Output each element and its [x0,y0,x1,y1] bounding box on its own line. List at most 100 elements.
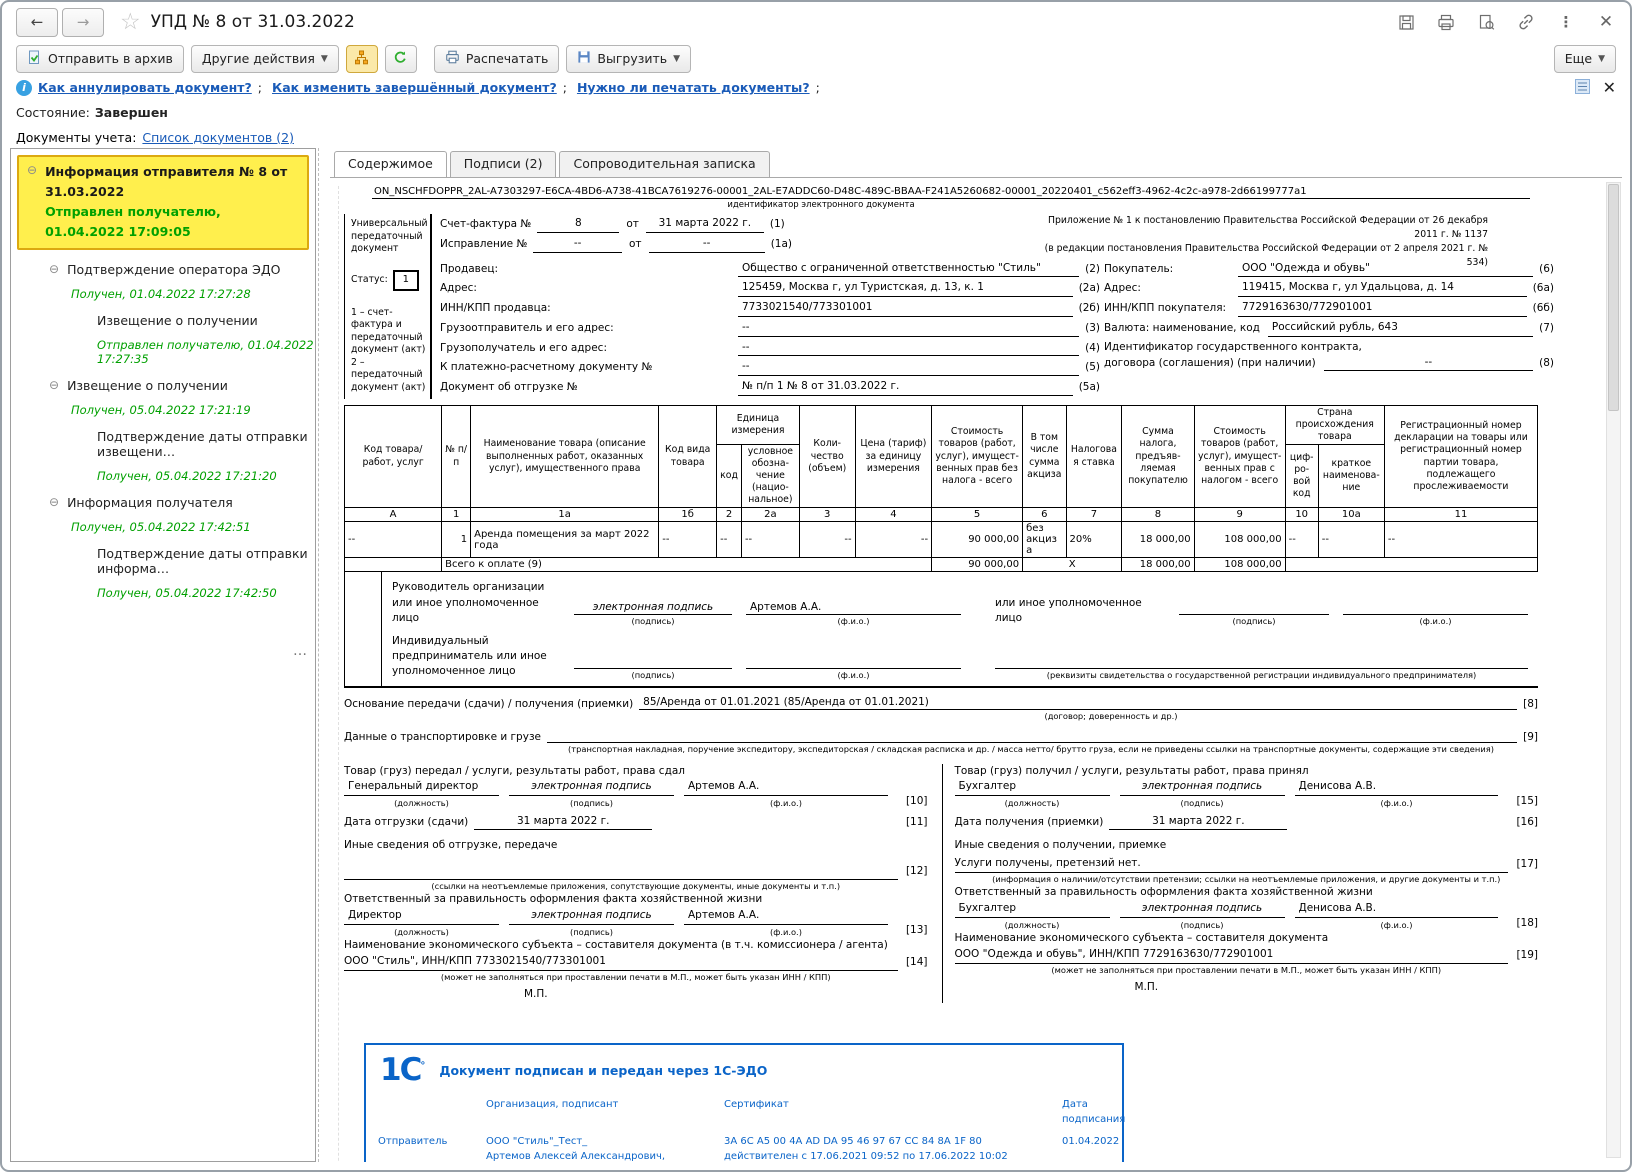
col-index: 6 [1022,507,1067,523]
help-link-print[interactable]: Нужно ли печатать документы? [577,80,810,95]
tree-item-operator-confirm[interactable]: ⊖ Подтверждение оператора ЭДО [11,262,315,277]
splitter-handle[interactable]: … [293,643,307,659]
ip-label-3: уполномоченное лицо [392,665,516,678]
cell-quantity: -- [798,521,856,559]
ship-date-value: 31 марта 2022 г. [474,814,653,831]
tree-item-send-date-confirm2[interactable]: Подтверждение даты отправки информа… [11,546,315,576]
status-value-box: 1 [392,269,419,291]
name-caption: (ф.и.о.) [1380,919,1413,930]
edo-structure-button[interactable] [345,44,378,73]
status-label: Статус: [351,273,388,285]
edo-col-cert: Сертификат [724,1098,789,1110]
archive-doc-icon [27,50,42,68]
state-label: Состояние: [16,104,90,120]
electronic-signature: электронная подпись [509,908,674,925]
cell-unit-code: -- [716,521,742,559]
collapse-icon[interactable]: ⊖ [49,262,59,276]
tree-item-receipt-notice2[interactable]: ⊖ Извещение о получении [11,378,315,393]
other-person-label-2: лицо [995,611,1023,624]
help-link-annul[interactable]: Как аннулировать документ? [38,80,252,95]
col-index: 10 [1284,507,1319,523]
tree-item-send-date-confirm[interactable]: Подтверждение даты отправки извещени… [11,429,315,459]
scrollbar-thumb[interactable] [1608,184,1619,411]
close-panel-icon[interactable]: ✕ [1603,78,1616,97]
col-header: Код вида товара [658,404,718,509]
electronic-signature: электронная подпись [1119,901,1285,918]
col-index: 2а [740,507,800,523]
refresh-button[interactable] [384,44,417,73]
send-to-archive-button[interactable]: Отправить в архив [16,44,184,73]
correction-label: Исправление № [440,237,528,250]
tree-item-label: Подтверждение оператора ЭДО [67,262,281,277]
entity-caption: (может не заполняться при проставлении п… [1051,964,1442,975]
other-person-label-1: или иное уполномоченное [995,596,1142,609]
tree-item-status: Получен, 05.04.2022 17:21:19 [71,403,251,417]
collapse-icon[interactable]: ⊖ [27,163,37,242]
col-header: В том числе сумма акциза [1022,404,1067,509]
window-close-icon[interactable]: ✕ [1596,12,1616,32]
responsible-role: Бухгалтер [954,901,1110,918]
line-code: [16] [1516,815,1538,828]
line-code: [14] [905,956,928,968]
vertical-scrollbar[interactable] [1606,182,1621,1158]
chevron-down-icon: ▼ [320,53,328,64]
accounting-docs-link[interactable]: Список документов (2) [142,130,294,145]
favorite-star-icon[interactable]: ☆ [120,9,141,35]
tab-content[interactable]: Содержимое [334,151,447,177]
line-code: (4) [1085,341,1100,354]
print-document-button[interactable]: Распечатать [433,44,560,73]
ip-label-1: Индивидуальный [392,635,489,648]
tree-root-item[interactable]: ⊖ Информация отправителя № 8 от 31.03.20… [17,155,309,250]
line-code: (7) [1539,321,1554,334]
more-button[interactable]: Еще ▼ [1553,44,1616,73]
save-icon[interactable] [1396,12,1416,32]
preview-icon[interactable] [1476,12,1496,32]
state-row: Состояние: Завершен [2,100,1630,124]
col-header: Страна происхождения товара [1284,404,1385,445]
export-button[interactable]: Выгрузить ▼ [566,44,692,73]
document-list-icon[interactable] [1574,78,1591,98]
link-icon[interactable] [1516,12,1536,32]
cell-tax-rate: 20% [1065,521,1123,559]
tree-item-receiver-info[interactable]: ⊖ Информация получателя [11,495,315,510]
back-button[interactable]: ← [16,7,58,37]
status-note-2: 2 – передаточный документ (акт) [351,356,426,393]
transfer-role: Генеральный директор [344,779,499,797]
help-link-change[interactable]: Как изменить завершённый документ? [272,80,557,95]
edo-sender-label: Отправитель [378,1135,448,1147]
total-cost-no-tax: 90 000,00 [931,557,1024,573]
chevron-down-icon: ▼ [673,53,681,64]
print-icon[interactable] [1436,12,1456,32]
tab-signatures[interactable]: Подписи (2) [449,151,557,177]
signature-caption: (подпись) [1232,616,1276,627]
collapse-icon[interactable]: ⊖ [49,378,59,392]
refresh-icon [393,50,408,68]
tree-item-receipt-notice[interactable]: Извещение о получении [11,313,315,328]
line-code: [19] [1516,949,1538,961]
collapse-icon[interactable]: ⊖ [49,495,59,509]
consignee-label: Грузополучатель и его адрес: [440,341,607,354]
other-actions-button[interactable]: Другие действия ▼ [190,44,339,73]
cell-line-no: 1 [441,521,472,559]
edo-events-tree: ⊖ Информация отправителя № 8 от 31.03.20… [10,148,316,1162]
head-sign-label-1: Руководитель организации [392,581,545,594]
col-index: 7 [1065,507,1123,523]
window-header: ← → ☆ УПД № 8 от 31.03.2022 ⋮ ✕ [2,2,1630,42]
menu-kebab-icon[interactable]: ⋮ [1556,12,1576,32]
seller-fields: Продавец: Общество с ограниченной ответст… [440,261,1100,399]
line-code: (6б) [1532,302,1554,314]
panel-splitter[interactable]: … [293,148,327,1162]
col-header: Код товара/ работ, услуг [343,404,443,509]
tab-cover-note[interactable]: Сопроводительная записка [559,151,770,177]
identifier-caption: идентификатор электронного документа [727,200,915,210]
line-code: [9] [1523,730,1538,743]
content-panel: Содержимое Подписи (2) Сопроводительная … [330,148,1622,1162]
col-index: 9 [1193,507,1286,523]
line-code: [8] [1523,697,1538,710]
line-code: (2б) [1078,302,1100,314]
forward-button[interactable]: → [62,7,104,37]
cell-reg-number: -- [1383,521,1539,559]
other-actions-label: Другие действия [201,51,315,66]
receive-title: Товар (груз) получил / услуги, результат… [954,764,1309,777]
correction-number: -- [533,236,622,253]
